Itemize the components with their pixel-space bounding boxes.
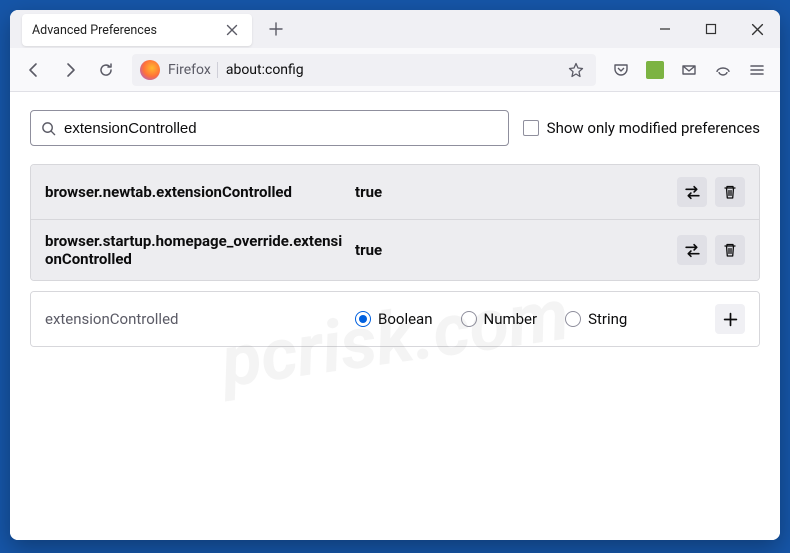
window-controls bbox=[642, 10, 780, 48]
new-preference-table: extensionControlled Boolean Number Strin… bbox=[30, 291, 760, 347]
tab-active[interactable]: Advanced Preferences bbox=[22, 14, 252, 46]
toggle-button[interactable] bbox=[677, 235, 707, 265]
identity-label: Firefox bbox=[166, 62, 218, 78]
radio-label: Boolean bbox=[378, 310, 433, 328]
preference-value: true bbox=[355, 241, 667, 259]
browser-window: Advanced Preferences bbox=[10, 10, 780, 540]
back-button[interactable] bbox=[18, 54, 50, 86]
url-bar[interactable]: Firefox about:config bbox=[132, 54, 596, 86]
type-radio-group: Boolean Number String bbox=[355, 310, 705, 328]
search-row: Show only modified preferences bbox=[30, 110, 760, 146]
preference-row[interactable]: browser.newtab.extensionControlled true bbox=[31, 165, 759, 220]
search-icon bbox=[41, 121, 56, 136]
nav-toolbar: Firefox about:config bbox=[10, 48, 780, 92]
search-box[interactable] bbox=[30, 110, 509, 146]
preference-name: browser.newtab.extensionControlled bbox=[45, 183, 345, 201]
extension-icon[interactable] bbox=[640, 54, 670, 86]
preference-actions bbox=[677, 235, 745, 265]
firefox-logo-icon bbox=[140, 60, 160, 80]
url-text: about:config bbox=[226, 62, 558, 78]
toolbar-icons bbox=[606, 54, 772, 86]
add-button[interactable] bbox=[715, 304, 745, 334]
menu-button[interactable] bbox=[742, 54, 772, 86]
forward-button[interactable] bbox=[54, 54, 86, 86]
show-only-modified-label: Show only modified preferences bbox=[547, 119, 760, 137]
new-tab-button[interactable] bbox=[260, 13, 292, 45]
new-preference-actions bbox=[715, 304, 745, 334]
account-icon[interactable] bbox=[708, 54, 738, 86]
radio-icon[interactable] bbox=[565, 311, 581, 327]
radio-boolean[interactable]: Boolean bbox=[355, 310, 433, 328]
search-input[interactable] bbox=[64, 120, 498, 137]
close-window-button[interactable] bbox=[734, 10, 780, 48]
delete-button[interactable] bbox=[715, 177, 745, 207]
bookmark-star-icon[interactable] bbox=[564, 58, 588, 82]
radio-label: String bbox=[588, 310, 627, 328]
preference-table: browser.newtab.extensionControlled true … bbox=[30, 164, 760, 281]
checkbox-icon[interactable] bbox=[523, 120, 539, 136]
preference-actions bbox=[677, 177, 745, 207]
tab-bar: Advanced Preferences bbox=[10, 10, 780, 48]
close-tab-button[interactable] bbox=[222, 20, 242, 40]
toggle-button[interactable] bbox=[677, 177, 707, 207]
tab-title: Advanced Preferences bbox=[32, 23, 222, 38]
preference-row[interactable]: browser.startup.homepage_override.extens… bbox=[31, 220, 759, 280]
preference-name: browser.startup.homepage_override.extens… bbox=[45, 232, 345, 268]
reload-button[interactable] bbox=[90, 54, 122, 86]
maximize-button[interactable] bbox=[688, 10, 734, 48]
preference-value: true bbox=[355, 183, 667, 201]
radio-string[interactable]: String bbox=[565, 310, 627, 328]
show-only-modified[interactable]: Show only modified preferences bbox=[523, 119, 760, 137]
radio-label: Number bbox=[484, 310, 538, 328]
about-config-content: pcrisk.com Show only modified preference… bbox=[10, 92, 780, 540]
radio-icon[interactable] bbox=[461, 311, 477, 327]
inbox-icon[interactable] bbox=[674, 54, 704, 86]
minimize-button[interactable] bbox=[642, 10, 688, 48]
radio-icon[interactable] bbox=[355, 311, 371, 327]
new-preference-name: extensionControlled bbox=[45, 310, 345, 328]
new-preference-row: extensionControlled Boolean Number Strin… bbox=[31, 292, 759, 346]
delete-button[interactable] bbox=[715, 235, 745, 265]
radio-number[interactable]: Number bbox=[461, 310, 538, 328]
pocket-icon[interactable] bbox=[606, 54, 636, 86]
